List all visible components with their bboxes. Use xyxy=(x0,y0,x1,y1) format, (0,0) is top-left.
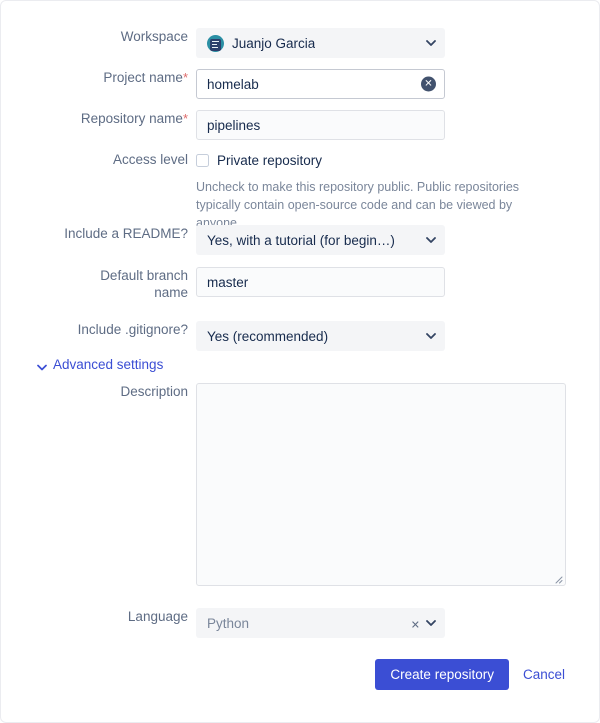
access-level-helper-text: Uncheck to make this repository public. … xyxy=(196,178,556,232)
access-level-label: Access level xyxy=(112,152,188,167)
workspace-value: Juanjo Garcia xyxy=(232,35,316,51)
workspace-select[interactable]: Juanjo Garcia xyxy=(196,28,445,58)
description-label: Description xyxy=(120,384,188,399)
language-select[interactable]: Python ✕ xyxy=(196,608,445,638)
gitignore-label: Include .gitignore? xyxy=(77,322,188,337)
form-row-workspace: Workspace Juanjo Garcia xyxy=(1,28,599,58)
form-row-description: Description xyxy=(1,383,599,586)
access-level-helper-line-1: Uncheck to make this repository public. … xyxy=(196,180,520,194)
readme-label: Include a README? xyxy=(64,226,188,241)
form-row-default-branch: Default branch name master xyxy=(1,267,599,301)
project-name-input[interactable]: homelab ✕ xyxy=(196,69,445,99)
default-branch-input[interactable]: master xyxy=(196,267,445,297)
private-repository-checkbox[interactable] xyxy=(196,154,209,167)
required-marker: * xyxy=(182,70,188,85)
language-value: Python xyxy=(207,615,250,631)
repository-name-label: Repository name* xyxy=(1,110,196,127)
project-name-label-text: Project name xyxy=(103,70,183,85)
gitignore-select[interactable]: Yes (recommended) xyxy=(196,321,445,351)
workspace-avatar-icon xyxy=(207,34,224,52)
form-row-repository-name: Repository name* pipelines xyxy=(1,110,599,140)
default-branch-label: Default branch name xyxy=(1,267,196,301)
clear-x-icon[interactable]: ✕ xyxy=(411,620,420,632)
repository-name-label-text: Repository name xyxy=(80,111,183,126)
repository-name-value: pipelines xyxy=(207,117,261,133)
workspace-label: Workspace xyxy=(120,29,188,44)
project-name-value: homelab xyxy=(207,76,259,92)
resize-handle-icon[interactable] xyxy=(551,571,563,584)
project-name-label: Project name* xyxy=(1,69,196,86)
description-textarea[interactable] xyxy=(196,383,566,586)
chevron-down-icon xyxy=(426,331,436,340)
form-row-project-name: Project name* homelab ✕ xyxy=(1,69,599,99)
private-repository-label: Private repository xyxy=(217,153,323,168)
form-footer: Create repository Cancel xyxy=(1,659,599,690)
repository-name-input[interactable]: pipelines xyxy=(196,110,445,140)
chevron-down-icon xyxy=(426,38,436,47)
clear-circle-icon[interactable]: ✕ xyxy=(421,76,436,92)
form-row-gitignore: Include .gitignore? Yes (recommended) xyxy=(1,321,599,351)
default-branch-label-line-2: name xyxy=(154,285,188,300)
cancel-button[interactable]: Cancel xyxy=(523,667,565,682)
create-repository-form-card: Workspace Juanjo Garcia Project name* ho… xyxy=(0,0,600,723)
advanced-settings-toggle[interactable]: Advanced settings xyxy=(37,357,163,372)
form-row-access-level: Access level Private repository Uncheck … xyxy=(1,151,599,232)
required-marker: * xyxy=(182,111,188,126)
readme-value: Yes, with a tutorial (for begin…) xyxy=(207,232,395,248)
chevron-down-icon xyxy=(426,235,436,244)
private-repository-checkbox-row[interactable]: Private repository xyxy=(196,151,599,170)
readme-select[interactable]: Yes, with a tutorial (for begin…) xyxy=(196,225,445,255)
gitignore-value: Yes (recommended) xyxy=(207,328,329,344)
chevron-down-icon xyxy=(426,618,436,627)
form-row-readme: Include a README? Yes, with a tutorial (… xyxy=(1,225,599,255)
chevron-down-icon xyxy=(37,360,47,370)
default-branch-label-line-1: Default branch xyxy=(100,268,188,283)
create-repository-button[interactable]: Create repository xyxy=(375,659,509,690)
default-branch-value: master xyxy=(207,274,249,290)
language-label: Language xyxy=(127,609,188,624)
form-row-language: Language Python ✕ xyxy=(1,608,599,638)
advanced-settings-label: Advanced settings xyxy=(53,357,164,372)
